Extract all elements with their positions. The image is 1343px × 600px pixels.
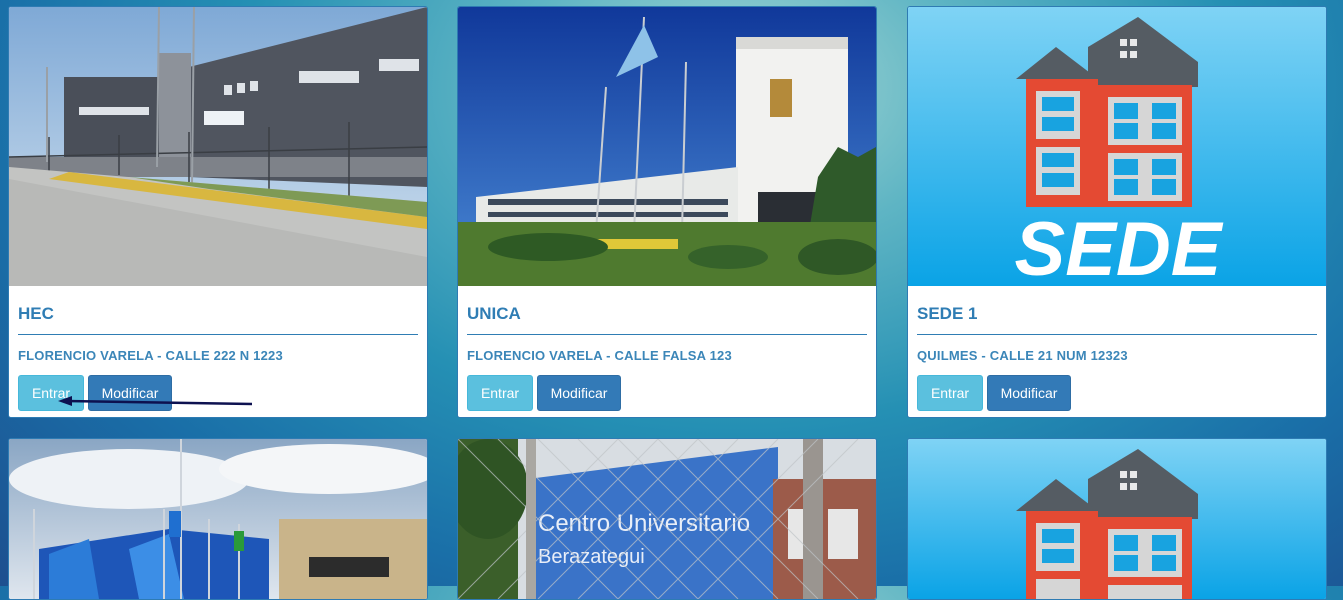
sede-logo: SEDE	[908, 7, 1326, 286]
card-address: FLORENCIO VARELA - CALLE FALSA 123	[467, 348, 732, 363]
card-title: UNICA	[467, 304, 867, 335]
modify-button[interactable]: Modificar	[987, 375, 1071, 411]
hec-building-photo	[9, 7, 427, 286]
sede-logo	[908, 439, 1326, 599]
card-address: QUILMES - CALLE 21 NUM 12323	[917, 348, 1128, 363]
sede-card-6	[907, 438, 1327, 600]
card-address: FLORENCIO VARELA - CALLE 222 N 1223	[18, 348, 283, 363]
sign-text-line2: Berazategui	[538, 546, 645, 568]
modify-button[interactable]: Modificar	[537, 375, 621, 411]
sede-card-4	[8, 438, 428, 600]
sede-card-hec: HEC FLORENCIO VARELA - CALLE 222 N 1223 …	[8, 6, 428, 418]
enter-button[interactable]: Entrar	[18, 375, 84, 411]
modify-button[interactable]: Modificar	[88, 375, 172, 411]
card-title: SEDE 1	[917, 304, 1317, 335]
sede-card-unica: UNICA FLORENCIO VARELA - CALLE FALSA 123…	[457, 6, 877, 418]
enter-button[interactable]: Entrar	[917, 375, 983, 411]
centro-universitario-berazategui-photo: Centro Universitario Berazategui	[458, 439, 876, 599]
building-with-flags-photo	[9, 439, 427, 599]
sede-logo-text: SEDE	[1015, 207, 1224, 286]
card-title: HEC	[18, 304, 418, 335]
enter-button[interactable]: Entrar	[467, 375, 533, 411]
unica-building-photo	[458, 7, 876, 286]
sede-card-5: Centro Universitario Berazategui	[457, 438, 877, 600]
sede-card-sede-1: SEDE SEDE 1 QUILMES - CALLE 21 NUM 12323…	[907, 6, 1327, 418]
